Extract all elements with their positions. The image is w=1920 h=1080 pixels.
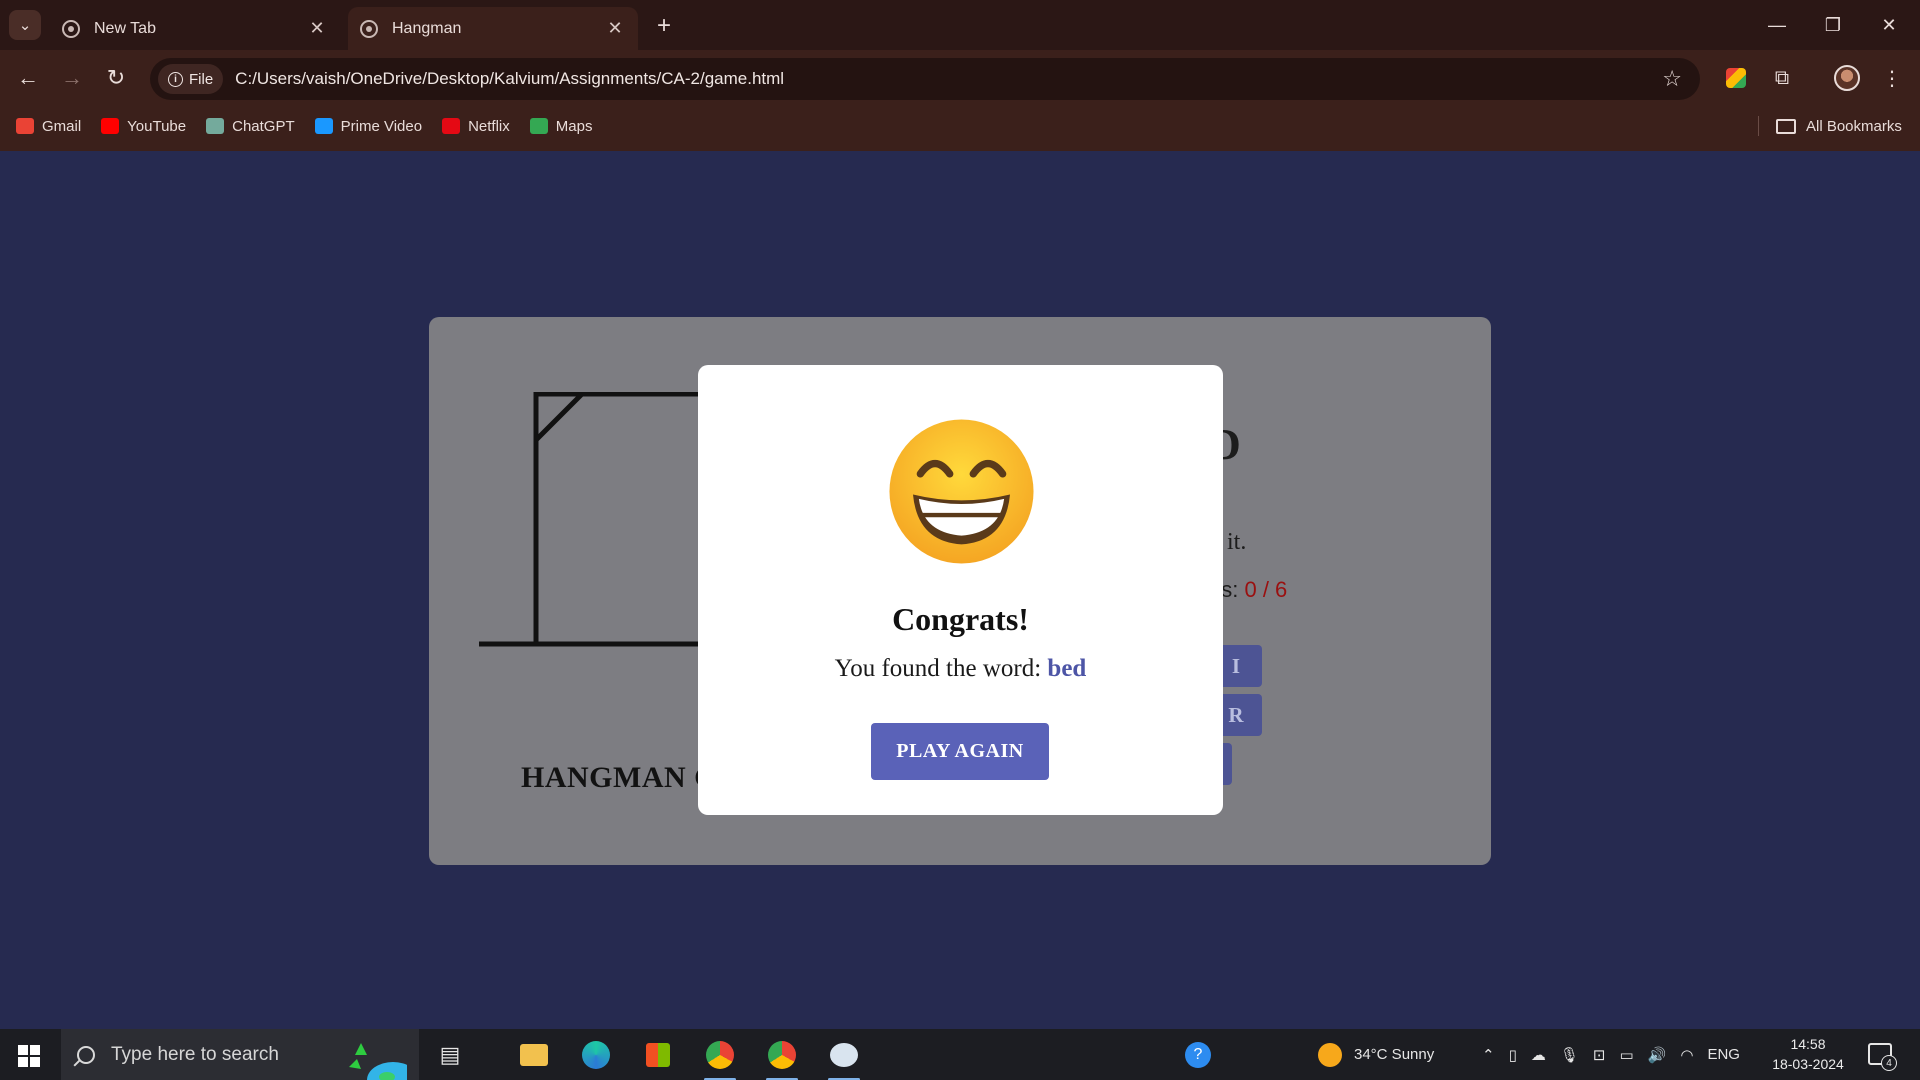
bookmark-star-icon[interactable]: ☆ (1662, 66, 1682, 92)
all-bookmarks-button[interactable]: All Bookmarks (1776, 118, 1902, 135)
folder-icon (1776, 118, 1796, 134)
modal-message: You found the word: bed (698, 655, 1223, 683)
weather-widget[interactable]: 34°C Sunny (1318, 1029, 1434, 1080)
modal-message-text: You found the word: (834, 655, 1048, 682)
bookmark-gmail[interactable]: Gmail (16, 118, 81, 135)
extensions-puzzle-icon[interactable]: ⧉ (1768, 64, 1796, 92)
display-icon[interactable]: ⊡ (1593, 1046, 1606, 1064)
bookmark-youtube[interactable]: YouTube (101, 118, 186, 135)
edge-icon[interactable] (578, 1037, 614, 1073)
search-icon (77, 1045, 95, 1064)
bookmark-netflix[interactable]: Netflix (442, 118, 510, 135)
chevron-up-icon[interactable]: ⌃ (1482, 1046, 1495, 1064)
play-again-button[interactable]: PLAY AGAIN (871, 723, 1049, 780)
chrome-taskbar-icon[interactable] (702, 1037, 738, 1080)
reload-button[interactable]: ↻ (100, 62, 132, 94)
clock-date: 18-03-2024 (1772, 1056, 1844, 1072)
bookmark-label: YouTube (127, 117, 187, 135)
bookmark-maps[interactable]: Maps (529, 117, 593, 135)
info-icon: i (168, 71, 183, 87)
close-icon[interactable]: ✕ (604, 18, 626, 40)
system-tray: ⌃ ▯ ☁ 🎙 ⊡ ▭ 🔊 ◠ ENG (1482, 1029, 1740, 1080)
restore-button[interactable]: ❐ (1810, 8, 1856, 42)
maps-icon (529, 118, 548, 134)
weather-text: 34°C Sunny (1354, 1046, 1435, 1063)
bookmark-label: Prime Video (340, 117, 423, 135)
bookmark-prime-video[interactable]: Prime Video (314, 117, 423, 135)
notification-icon[interactable]: 4 (1868, 1043, 1897, 1071)
help-icon[interactable]: ? (1180, 1037, 1216, 1073)
tab-search-button[interactable]: ⌄ (9, 10, 41, 40)
windows-start-icon[interactable] (18, 1045, 40, 1067)
tab-hangman[interactable]: Hangman ✕ (348, 7, 638, 50)
wifi-icon[interactable]: ◠ (1680, 1046, 1693, 1064)
bookmarks-bar: Gmail YouTube ChatGPT Prime Video Netflix Map… (0, 112, 1920, 140)
tab-strip: ⌄ New Tab ✕ Hangman ✕ + — ❐ ✕ (0, 0, 1920, 50)
close-icon[interactable]: ✕ (306, 18, 328, 40)
chrome-icon (62, 19, 80, 38)
bookmarks-divider (1758, 116, 1759, 136)
tab-title: Hangman (392, 19, 462, 37)
volume-icon[interactable]: 🔊 (1648, 1046, 1667, 1064)
modal-overlay: Congrats! You found the word: bed PLAY A… (0, 151, 1920, 1029)
globe-icon (360, 19, 378, 38)
taskbar-search[interactable]: Type here to search (61, 1029, 419, 1080)
close-window-button[interactable]: ✕ (1866, 8, 1912, 42)
all-bookmarks-label: All Bookmarks (1806, 117, 1902, 135)
page-viewport: HANGMAN G D n it. es: 0 / 6 FGHIOPQRXYZ (0, 151, 1920, 1029)
clock[interactable]: 14:58 18-03-2024 (1766, 1034, 1850, 1074)
game-over-modal: Congrats! You found the word: bed PLAY A… (698, 365, 1223, 815)
tab-title: New Tab (94, 19, 156, 37)
menu-kebab-icon[interactable]: ⋮ (1878, 64, 1906, 92)
sun-icon (1318, 1042, 1342, 1067)
onedrive-icon[interactable]: ☁ (1531, 1046, 1546, 1064)
minimize-button[interactable]: — (1754, 8, 1800, 42)
search-placeholder: Type here to search (111, 1043, 279, 1065)
modal-title: Congrats! (892, 601, 1029, 637)
bookmark-label: Gmail (42, 117, 82, 135)
profile-avatar[interactable] (1833, 64, 1861, 92)
new-tab-button[interactable]: + (650, 12, 678, 40)
task-view-icon[interactable]: ▤ (432, 1037, 468, 1073)
forward-button[interactable]: → (56, 62, 88, 94)
clock-time: 14:58 (1790, 1036, 1826, 1052)
browser-chrome: ⌄ New Tab ✕ Hangman ✕ + — ❐ ✕ ← → ↻ i Fi… (0, 0, 1920, 151)
battery-icon[interactable]: ▭ (1619, 1046, 1633, 1064)
bookmark-label: Maps (555, 117, 593, 135)
chrome-profile-icon[interactable] (764, 1037, 800, 1080)
microphone-icon[interactable]: 🎙 (1560, 1046, 1579, 1064)
prime-video-icon (314, 118, 333, 134)
paint-icon[interactable] (826, 1037, 862, 1080)
language-indicator[interactable]: ENG (1707, 1046, 1740, 1063)
youtube-icon (101, 118, 120, 134)
site-info-label: File (189, 70, 214, 88)
extension-icon[interactable] (1722, 64, 1750, 92)
address-bar[interactable]: i File C:/Users/vaish/OneDrive/Desktop/K… (150, 58, 1700, 100)
bookmark-label: ChatGPT (232, 117, 295, 135)
notification-count: 4 (1881, 1055, 1897, 1071)
store-icon[interactable] (640, 1037, 676, 1073)
chatgpt-icon (206, 118, 225, 134)
url-text[interactable]: C:/Users/vaish/OneDrive/Desktop/Kalvium/… (235, 69, 784, 89)
site-info-chip[interactable]: i File (158, 64, 224, 94)
grinning-face-icon (889, 419, 1034, 564)
back-button[interactable]: ← (12, 62, 44, 94)
file-explorer-icon[interactable] (516, 1037, 552, 1073)
tab-new-tab[interactable]: New Tab ✕ (50, 7, 340, 50)
netflix-icon (442, 118, 461, 134)
meet-icon[interactable]: ▯ (1509, 1046, 1517, 1064)
windows-taskbar: Type here to search ▤ ? 34°C Sunny ⌃ ▯ ☁… (0, 1029, 1920, 1080)
bookmark-label: Netflix (468, 117, 510, 135)
bookmark-chatgpt[interactable]: ChatGPT (206, 118, 295, 135)
found-word: bed (1047, 655, 1087, 682)
recycle-globe-icon (349, 1043, 407, 1080)
gmail-icon (16, 118, 34, 134)
